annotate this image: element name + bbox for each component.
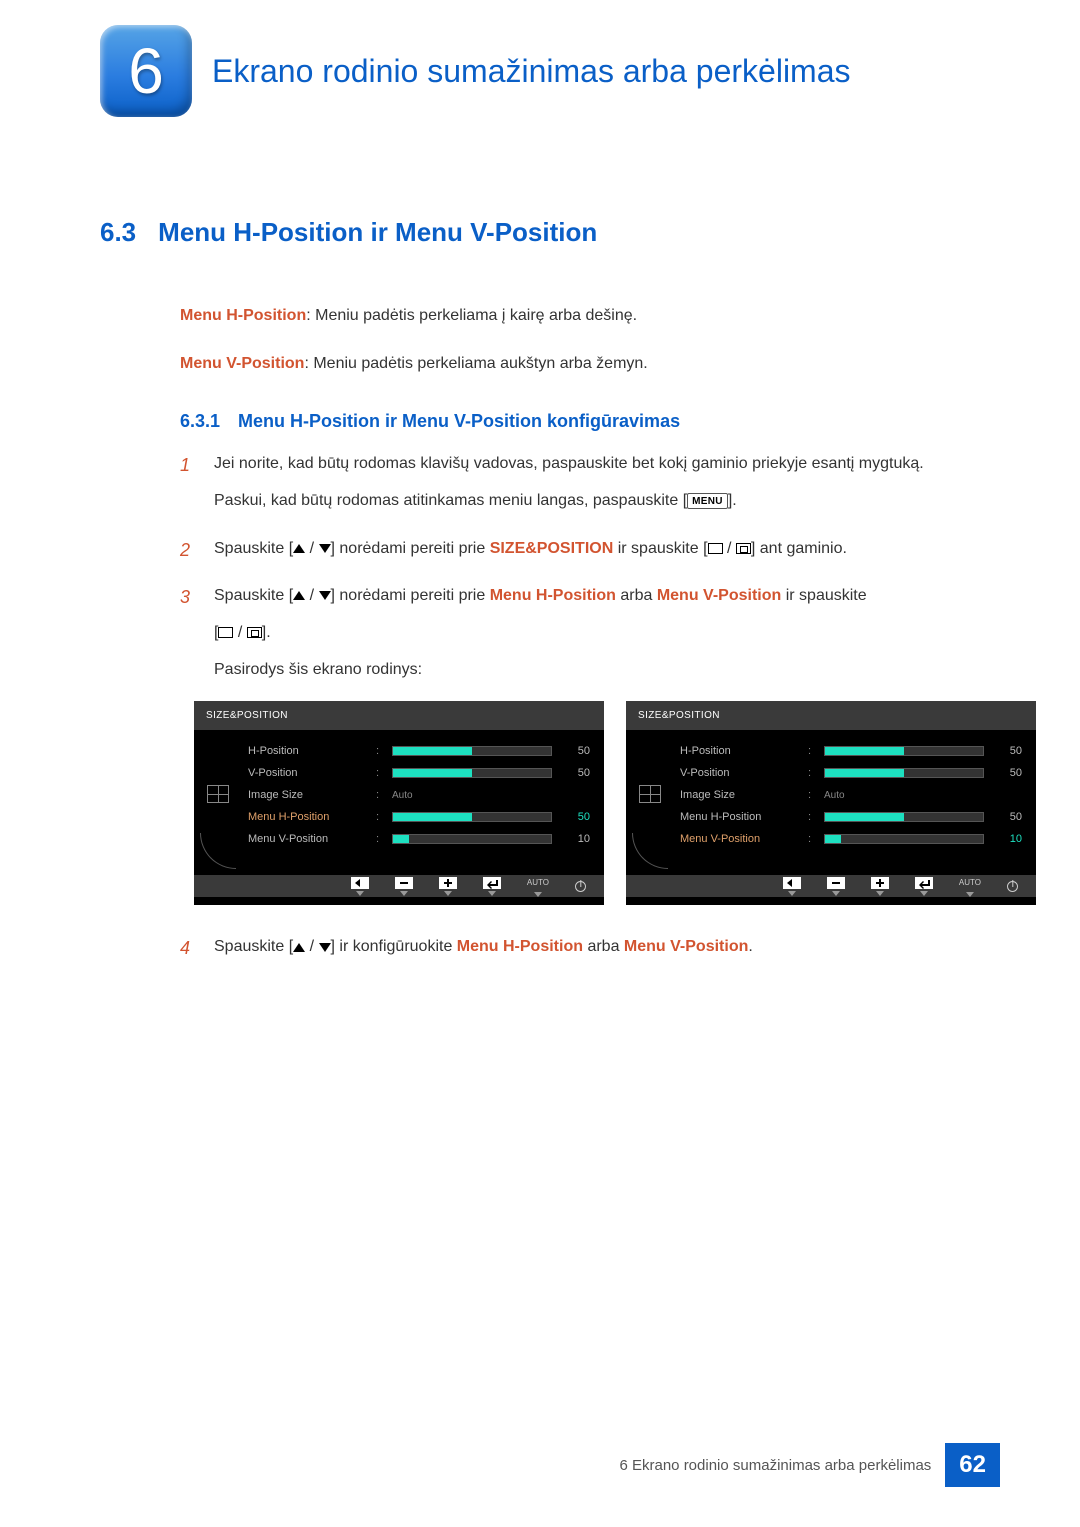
slider — [392, 834, 552, 844]
chapter-title: Ekrano rodinio sumažinimas arba perkėlim… — [212, 53, 851, 90]
osd-row-mvpos: Menu V-Position : 10 — [248, 828, 590, 850]
chapter-badge: 6 — [100, 25, 192, 117]
step-3-after: Pasirodys šis ekrano rodinys: — [214, 656, 1036, 683]
slider — [824, 812, 984, 822]
osd-panel-h: SIZE&POSITION H-Position : — [194, 701, 604, 905]
intro-h-label: Menu H-Position — [180, 307, 306, 324]
power-icon — [575, 881, 586, 892]
intro-text: Menu H-Position: Meniu padėtis perkeliam… — [180, 303, 1000, 376]
osd-title: SIZE&POSITION — [626, 701, 1036, 730]
enter-icon — [483, 877, 501, 889]
down-icon — [319, 943, 331, 952]
up-icon — [293, 544, 305, 553]
steps-list: 1 Jei norite, kad būtų rodomas klavišų v… — [180, 450, 1000, 970]
menu-icon: MENU — [687, 493, 728, 509]
step-number: 2 — [180, 535, 198, 572]
up-icon — [293, 943, 305, 952]
slider — [392, 812, 552, 822]
osd-row-vpos: V-Position : 50 — [680, 762, 1022, 784]
enter-icon — [915, 877, 933, 889]
step-2: 2 Spauskite [ / ] norėdami pereiti prie … — [180, 535, 1000, 572]
step-4-text: Spauskite [ / ] ir konfigūruokite Menu H… — [214, 933, 1000, 960]
chapter-number: 6 — [128, 34, 164, 108]
down-icon — [319, 544, 331, 553]
auto-label: AUTO — [959, 876, 981, 890]
section-heading: 6.3 Menu H-Position ir Menu V-Position — [100, 217, 1000, 248]
subsection-number: 6.3.1 — [180, 411, 220, 432]
menu-v-label: Menu V-Position — [657, 587, 781, 604]
minus-icon — [827, 877, 845, 889]
step-4: 4 Spauskite [ / ] ir konfigūruokite Menu… — [180, 933, 1000, 970]
osd-row-mhpos: Menu H-Position : 50 — [248, 806, 590, 828]
plus-icon — [871, 877, 889, 889]
osd-bottom-bar: AUTO — [194, 875, 604, 897]
osd-panel-v: SIZE&POSITION H-Position : — [626, 701, 1036, 905]
grid-icon — [207, 785, 229, 803]
step-3-line1: Spauskite [ / ] norėdami pereiti prie Me… — [214, 582, 1036, 609]
step-3-line2: [ / ]. — [214, 619, 1036, 646]
back-icon — [351, 877, 369, 889]
subsection-heading: 6.3.1 Menu H-Position ir Menu V-Position… — [180, 411, 1000, 432]
osd-screenshots: SIZE&POSITION H-Position : — [194, 701, 1036, 905]
slider — [824, 746, 984, 756]
osd-row-mhpos: Menu H-Position : 50 — [680, 806, 1022, 828]
osd-row-hpos: H-Position : 50 — [248, 740, 590, 762]
intro-v-desc: : Meniu padėtis perkeliama aukštyn arba … — [304, 355, 647, 372]
rect-icon — [708, 543, 723, 554]
step-1-line1: Jei norite, kad būtų rodomas klavišų vad… — [214, 450, 1000, 477]
chapter-header: 6 Ekrano rodinio sumažinimas arba perkėl… — [100, 0, 1000, 117]
subsection-title: Menu H-Position ir Menu V-Position konfi… — [238, 411, 680, 432]
step-3: 3 Spauskite [ / ] norėdami pereiti prie … — [180, 582, 1000, 924]
osd-title: SIZE&POSITION — [194, 701, 604, 730]
slider — [392, 768, 552, 778]
slider — [824, 768, 984, 778]
power-icon — [1007, 881, 1018, 892]
section-title: Menu H-Position ir Menu V-Position — [158, 217, 597, 248]
menu-v-label: Menu V-Position — [624, 938, 748, 955]
page-footer: 6 Ekrano rodinio sumažinimas arba perkėl… — [619, 1443, 1000, 1487]
back-icon — [783, 877, 801, 889]
plus-icon — [439, 877, 457, 889]
minus-icon — [395, 877, 413, 889]
auto-label: AUTO — [527, 876, 549, 890]
osd-bottom-bar: AUTO — [626, 875, 1036, 897]
osd-row-isize: Image Size : Auto — [680, 784, 1022, 806]
grid-icon — [639, 785, 661, 803]
up-icon — [293, 591, 305, 600]
arc-decoration — [200, 833, 236, 869]
source-icon — [247, 627, 262, 638]
source-icon — [736, 543, 751, 554]
osd-row-vpos: V-Position : 50 — [248, 762, 590, 784]
osd-row-isize: Image Size : Auto — [248, 784, 590, 806]
slider — [392, 746, 552, 756]
section-number: 6.3 — [100, 217, 136, 248]
arc-decoration — [632, 833, 668, 869]
osd-row-mvpos: Menu V-Position : 10 — [680, 828, 1022, 850]
down-icon — [319, 591, 331, 600]
rect-icon — [218, 627, 233, 638]
menu-h-label: Menu H-Position — [490, 587, 616, 604]
intro-h-desc: : Meniu padėtis perkeliama į kairę arba … — [306, 307, 637, 324]
step-1-line2: Paskui, kad būtų rodomas atitinkamas men… — [214, 487, 1000, 514]
slider — [824, 834, 984, 844]
osd-row-hpos: H-Position : 50 — [680, 740, 1022, 762]
step-2-text: Spauskite [ / ] norėdami pereiti prie SI… — [214, 535, 1000, 562]
footer-text: 6 Ekrano rodinio sumažinimas arba perkėl… — [619, 1457, 931, 1474]
size-position-label: SIZE&POSITION — [490, 540, 614, 557]
step-1: 1 Jei norite, kad būtų rodomas klavišų v… — [180, 450, 1000, 524]
intro-v-label: Menu V-Position — [180, 355, 304, 372]
step-number: 1 — [180, 450, 198, 524]
step-number: 4 — [180, 933, 198, 970]
footer-page-number: 62 — [945, 1443, 1000, 1487]
menu-h-label: Menu H-Position — [457, 938, 583, 955]
